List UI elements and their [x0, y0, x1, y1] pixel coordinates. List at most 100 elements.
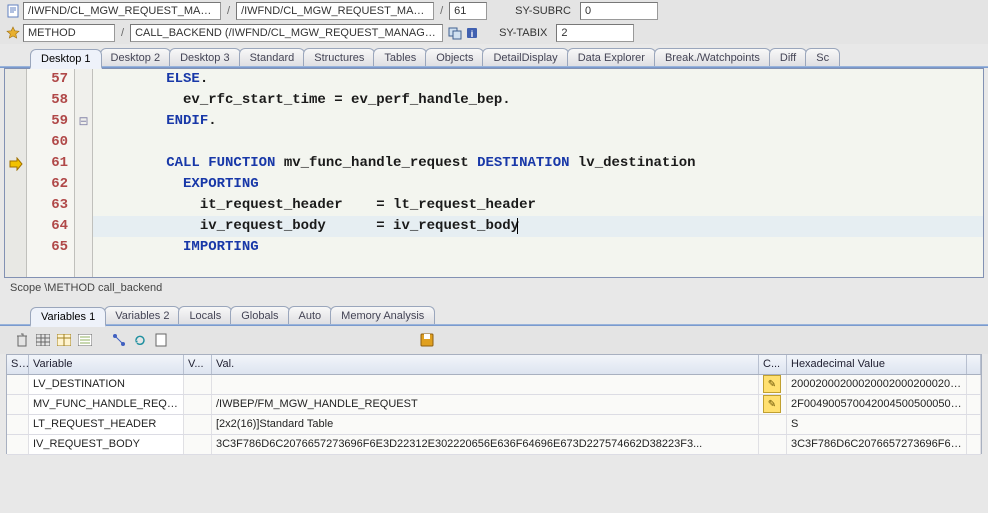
tab-variables-1[interactable]: Variables 1 — [30, 307, 106, 327]
cell-value[interactable] — [212, 375, 759, 394]
col-variable[interactable]: Variable — [29, 355, 184, 374]
table-header: S... Variable V... Val. C... Hexadecimal… — [7, 355, 981, 375]
line-number-field[interactable]: 61 — [449, 2, 487, 20]
tab-structures[interactable]: Structures — [303, 48, 375, 68]
col-vtype[interactable]: V... — [184, 355, 212, 374]
cell-status — [7, 415, 29, 434]
tab-detaildisplay[interactable]: DetailDisplay — [482, 48, 568, 68]
cell-variable[interactable]: LT_REQUEST_HEADER — [29, 415, 184, 434]
table-row[interactable]: IV_REQUEST_BODY 3C3F786D6C2076657273696F6… — [7, 435, 981, 455]
cell-change[interactable]: ✎ — [759, 395, 787, 414]
pencil-icon[interactable]: ✎ — [763, 375, 781, 393]
line-number: 63 — [27, 195, 74, 216]
fold-marker[interactable] — [75, 174, 92, 195]
cell-end — [967, 415, 981, 434]
cell-change — [759, 435, 787, 454]
list-icon[interactable] — [77, 332, 93, 348]
program-field-2[interactable]: /IWFND/CL_MGW_REQUEST_MANAGER... — [236, 2, 434, 20]
col-status[interactable]: S... — [7, 355, 29, 374]
event-field[interactable]: METHOD — [23, 24, 115, 42]
star-icon — [6, 26, 20, 40]
fold-marker[interactable] — [75, 90, 92, 111]
pencil-icon[interactable]: ✎ — [763, 395, 781, 413]
code-editor[interactable]: 575859606162636465 ⊟ ELSE. ev_rfc_start_… — [4, 68, 984, 278]
table-row[interactable]: LV_DESTINATION✎2000200020002000200020002… — [7, 375, 981, 395]
fold-marker[interactable] — [75, 69, 92, 90]
col-end — [967, 355, 981, 374]
fold-marker[interactable] — [75, 153, 92, 174]
grid-icon[interactable] — [35, 332, 51, 348]
code-line[interactable]: it_request_header = lt_request_header — [93, 195, 983, 216]
tab-globals[interactable]: Globals — [230, 306, 289, 326]
code-line[interactable]: CALL FUNCTION mv_func_handle_request DES… — [93, 153, 983, 174]
tab-tables[interactable]: Tables — [373, 48, 427, 68]
cell-value[interactable]: /IWBEP/FM_MGW_HANDLE_REQUEST — [212, 395, 759, 414]
table-row[interactable]: LT_REQUEST_HEADER [2x2(16)]Standard Table… — [7, 415, 981, 435]
info-icon[interactable]: i — [465, 26, 479, 40]
code-line[interactable]: ELSE. — [93, 69, 983, 90]
sy-tabix-label: SY-TABIX — [499, 27, 547, 39]
fold-marker[interactable]: ⊟ — [75, 111, 92, 132]
document-icon[interactable] — [153, 332, 169, 348]
method-field[interactable]: CALL_BACKEND (/IWFND/CL_MGW_REQUEST_MANA… — [130, 24, 443, 42]
col-change[interactable]: C... — [759, 355, 787, 374]
sy-tabix-value[interactable]: 2 — [556, 24, 634, 42]
cell-end — [967, 395, 981, 414]
fold-marker[interactable] — [75, 132, 92, 153]
cell-value[interactable]: [2x2(16)]Standard Table — [212, 415, 759, 434]
line-number: 64 — [27, 216, 74, 237]
tab-standard[interactable]: Standard — [239, 48, 306, 68]
program-field-1[interactable]: /IWFND/CL_MGW_REQUEST_MANAGER... — [23, 2, 221, 20]
breakpoint-rail[interactable] — [5, 69, 27, 277]
cell-hex: S — [787, 415, 967, 434]
fold-marker[interactable] — [75, 195, 92, 216]
table-icon[interactable] — [56, 332, 72, 348]
tab-objects[interactable]: Objects — [425, 48, 484, 68]
svg-text:i: i — [471, 29, 474, 39]
cell-status — [7, 395, 29, 414]
fold-marker[interactable] — [75, 216, 92, 237]
code-line[interactable]: ev_rfc_start_time = ev_perf_handle_bep. — [93, 90, 983, 111]
cell-vtype — [184, 435, 212, 454]
save-icon[interactable] — [419, 332, 435, 348]
cell-value[interactable]: 3C3F786D6C2076657273696F6E3D22312E302220… — [212, 435, 759, 454]
tab-diff[interactable]: Diff — [769, 48, 807, 68]
fold-marker[interactable] — [75, 237, 92, 258]
code-line[interactable]: ENDIF. — [93, 111, 983, 132]
tab-auto[interactable]: Auto — [288, 306, 333, 326]
tab-sc[interactable]: Sc — [805, 48, 840, 68]
refresh-icon[interactable] — [132, 332, 148, 348]
tab-desktop-3[interactable]: Desktop 3 — [169, 48, 241, 68]
code-area[interactable]: ELSE. ev_rfc_start_time = ev_perf_handle… — [93, 69, 983, 277]
tab-data-explorer[interactable]: Data Explorer — [567, 48, 656, 68]
col-hex[interactable]: Hexadecimal Value — [787, 355, 967, 374]
document-icon — [6, 4, 20, 18]
cell-variable[interactable]: MV_FUNC_HANDLE_REQU... — [29, 395, 184, 414]
tab-break-watchpoints[interactable]: Break./Watchpoints — [654, 48, 771, 68]
fold-gutter[interactable]: ⊟ — [75, 69, 93, 277]
sy-subrc-label: SY-SUBRC — [515, 5, 571, 17]
tab-desktop-2[interactable]: Desktop 2 — [100, 48, 172, 68]
cell-variable[interactable]: IV_REQUEST_BODY — [29, 435, 184, 454]
tab-variables-2[interactable]: Variables 2 — [104, 306, 180, 326]
line-number: 60 — [27, 132, 74, 153]
col-value[interactable]: Val. — [212, 355, 759, 374]
tab-memory-analysis[interactable]: Memory Analysis — [330, 306, 435, 326]
code-line[interactable]: iv_request_body = iv_request_body — [93, 216, 983, 237]
delete-icon[interactable] — [14, 332, 30, 348]
cell-end — [967, 375, 981, 394]
code-line[interactable]: EXPORTING — [93, 174, 983, 195]
table-row[interactable]: MV_FUNC_HANDLE_REQU... /IWBEP/FM_MGW_HAND… — [7, 395, 981, 415]
code-line[interactable] — [93, 132, 983, 153]
window-icon[interactable] — [448, 26, 462, 40]
tab-locals[interactable]: Locals — [178, 306, 232, 326]
cell-variable[interactable]: LV_DESTINATION — [29, 375, 184, 394]
cell-change[interactable]: ✎ — [759, 375, 787, 394]
slash-separator: / — [118, 27, 127, 39]
tab-desktop-1[interactable]: Desktop 1 — [30, 49, 102, 69]
code-line[interactable]: IMPORTING — [93, 237, 983, 258]
cell-hex: 3C3F786D6C2076657273696F6E... — [787, 435, 967, 454]
cell-end — [967, 435, 981, 454]
connector-icon[interactable] — [111, 332, 127, 348]
sy-subrc-value[interactable]: 0 — [580, 2, 658, 20]
